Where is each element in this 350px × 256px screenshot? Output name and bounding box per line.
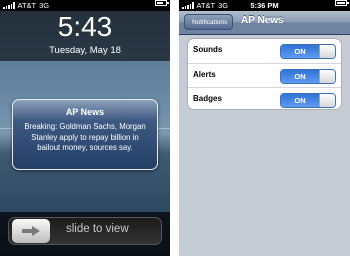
slide-to-view-label: slide to view: [66, 223, 129, 235]
lock-screen-panel: AT&T 3G 5:43 Tuesday, May 18 AP News Bre…: [0, 0, 170, 256]
alert-title: AP News: [65, 107, 105, 117]
alerts-toggle[interactable]: ON: [280, 69, 336, 84]
sounds-toggle[interactable]: ON: [280, 44, 336, 59]
toggle-thumb: [319, 94, 335, 107]
status-bar: AT&T 3G: [0, 0, 170, 11]
toggle-thumb: [319, 45, 335, 58]
battery-icon: [335, 0, 349, 6]
signal-bars-icon: [3, 2, 15, 9]
status-bar: AT&T 3G 5:36 PM: [179, 0, 350, 11]
slide-knob[interactable]: [12, 219, 50, 243]
network-label: 3G: [39, 1, 50, 10]
row-label: Sounds: [193, 45, 223, 54]
settings-row-badges: Badges ON: [188, 87, 341, 109]
row-label: Badges: [193, 94, 222, 103]
alert-message: Breaking: Goldman Sachs, Morgan Stanley …: [24, 122, 146, 152]
settings-panel: AT&T 3G 5:36 PM Notifications AP News So…: [179, 0, 350, 256]
push-notification-alert[interactable]: AP News Breaking: Goldman Sachs, Morgan …: [12, 99, 158, 170]
toggle-state: ON: [281, 94, 319, 107]
settings-row-sounds: Sounds ON: [188, 39, 341, 63]
toggle-thumb: [319, 70, 335, 83]
row-label: Alerts: [193, 70, 216, 79]
lock-date: Tuesday, May 18: [49, 45, 121, 56]
page-title: AP News: [241, 15, 284, 26]
carrier-label: AT&T: [17, 1, 37, 10]
settings-row-alerts: Alerts ON: [188, 63, 341, 88]
badges-toggle[interactable]: ON: [280, 93, 336, 108]
back-button-notifications[interactable]: Notifications: [184, 14, 234, 30]
back-button-label: Notifications: [192, 19, 228, 26]
notification-settings-group: Sounds ON Alerts ON Badges ON: [187, 38, 342, 110]
toggle-state: ON: [281, 70, 319, 83]
status-time: 5:36 PM: [250, 1, 279, 10]
battery-icon: [155, 0, 169, 6]
toggle-state: ON: [281, 45, 319, 58]
lock-time: 5:43: [57, 11, 113, 42]
slide-arrow-icon: [22, 226, 40, 236]
